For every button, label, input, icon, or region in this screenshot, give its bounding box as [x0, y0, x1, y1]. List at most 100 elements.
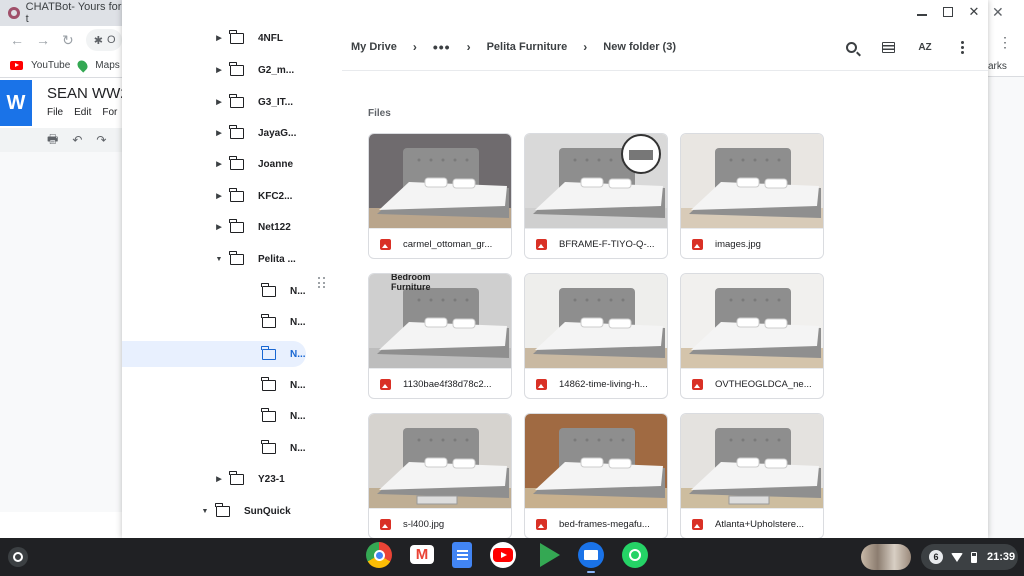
expand-icon[interactable]: ▶	[214, 160, 224, 168]
status-tray[interactable]: 6 21:39	[921, 544, 1018, 570]
bookmark-maps[interactable]: Maps	[95, 60, 119, 71]
reload-icon[interactable]: ↻	[62, 32, 74, 49]
undo-icon[interactable]: ↶	[72, 133, 82, 147]
file-card[interactable]: BFRAME-F-TIYO-Q-...	[524, 133, 668, 259]
more-options-button[interactable]	[953, 36, 971, 58]
tree-item[interactable]: N...	[122, 341, 306, 367]
menu-file[interactable]: File	[47, 107, 63, 118]
chevron-right-icon: ›	[583, 40, 588, 54]
close-icon: ✕	[968, 4, 980, 19]
files-section-label: Files	[368, 108, 391, 119]
file-card[interactable]: Atlanta+Upholstere...	[680, 413, 824, 538]
redo-icon[interactable]: ↷	[96, 133, 106, 147]
bookmark-youtube[interactable]: YouTube	[31, 60, 70, 71]
launcher-button[interactable]	[8, 547, 28, 567]
tree-item-label: JayaG...	[258, 127, 297, 139]
collapse-icon[interactable]: ▼	[214, 256, 224, 263]
menu-format[interactable]: For	[102, 107, 117, 118]
tree-item[interactable]: N...	[122, 278, 306, 304]
menu-edit[interactable]: Edit	[74, 107, 91, 118]
tree-item-label: Y23-1	[258, 473, 285, 485]
resize-handle[interactable]	[318, 277, 326, 289]
files-app-window: ✕ ▶ 4NFL ▶ G2_m... ▶ G3_IT... ▶ JayaG... ▶ Joanne…	[122, 0, 988, 538]
files-app-icon[interactable]	[578, 542, 604, 573]
pinned-apps: M	[366, 542, 648, 573]
bg-tab-strip: CHATBot- Yours for t	[0, 0, 122, 26]
minimize-button[interactable]	[916, 4, 928, 20]
maps-icon	[75, 58, 90, 73]
tree-item[interactable]: N...	[122, 435, 306, 461]
bg-omnibox[interactable]: ✱ O	[85, 29, 122, 51]
gmail-app-icon[interactable]: M	[410, 545, 434, 564]
expand-icon[interactable]: ▶	[214, 98, 224, 106]
tree-item[interactable]: ▶ Joanne	[122, 151, 306, 177]
file-card[interactable]: s-l400.jpg	[368, 413, 512, 538]
folder-icon	[229, 29, 244, 44]
whatsapp-app-icon[interactable]	[622, 542, 648, 568]
chrome-app-icon[interactable]	[366, 542, 392, 568]
tree-item[interactable]: ▶ Net122	[122, 214, 306, 240]
docs-app-icon[interactable]	[452, 542, 472, 568]
bg-close-icon[interactable]: ✕	[992, 4, 1004, 21]
close-button[interactable]: ✕	[968, 4, 980, 20]
expand-icon[interactable]: ▶	[214, 66, 224, 74]
expand-icon[interactable]: ▶	[214, 192, 224, 200]
tree-item[interactable]: ▶ KFC2...	[122, 183, 306, 209]
tree-item[interactable]: ▶ 4NFL	[122, 25, 306, 51]
folder-icon	[261, 345, 276, 360]
file-card[interactable]: 14862-time-living-h...	[524, 273, 668, 399]
file-card[interactable]: carmel_ottoman_gr...	[368, 133, 512, 259]
bg-more-icon[interactable]: ⋮	[998, 34, 1012, 51]
file-caption: 14862-time-living-h...	[525, 368, 667, 398]
breadcrumb-pelita-furniture[interactable]: Pelita Furniture	[487, 41, 568, 53]
tree-item[interactable]: N...	[122, 403, 306, 429]
thumbnail-overlay-text: Bedroom Furniture	[391, 274, 431, 292]
expand-icon[interactable]: ▶	[214, 34, 224, 42]
play-store-app-icon[interactable]	[534, 542, 560, 568]
collapse-icon[interactable]: ▼	[200, 508, 210, 515]
file-thumbnail	[681, 274, 823, 368]
battery-icon	[971, 551, 977, 563]
tree-item[interactable]: ▼ Pelita ...	[122, 246, 306, 272]
list-view-button[interactable]	[879, 36, 897, 58]
youtube-app-icon[interactable]	[490, 542, 516, 568]
notification-count: 6	[929, 550, 943, 564]
bg-tab-title[interactable]: CHATBot- Yours for t	[26, 1, 122, 25]
search-button[interactable]	[842, 36, 860, 58]
tree-item[interactable]: ▶ G2_m...	[122, 57, 306, 83]
breadcrumb-my-drive[interactable]: My Drive	[351, 41, 397, 53]
tree-item-label: N...	[290, 285, 306, 297]
folder-icon	[261, 376, 276, 391]
file-card[interactable]: OVTHEOGLDCA_ne...	[680, 273, 824, 399]
expand-icon[interactable]: ▶	[214, 475, 224, 483]
file-card[interactable]: bed-frames-megafu...	[524, 413, 668, 538]
expand-icon[interactable]: ▶	[214, 129, 224, 137]
tree-item[interactable]: ▶ G3_IT...	[122, 89, 306, 115]
holding-space-thumbnail[interactable]	[861, 544, 911, 570]
omnibox-text: O	[106, 34, 116, 46]
print-icon[interactable]: 🖶	[47, 130, 58, 151]
tree-item[interactable]: ▶ JayaG...	[122, 120, 306, 146]
tree-item[interactable]: N...	[122, 372, 306, 398]
file-card[interactable]: Bedroom Furniture 1130bae4f38d78c2...	[368, 273, 512, 399]
breadcrumb-more[interactable]: •••	[433, 40, 451, 54]
tree-item[interactable]: ▼ SunQuick	[122, 498, 306, 524]
file-name: Atlanta+Upholstere...	[715, 519, 804, 530]
forward-arrow-icon[interactable]: →	[36, 32, 50, 48]
tree-item-label: KFC2...	[258, 190, 293, 202]
back-arrow-icon[interactable]: ←	[10, 32, 24, 48]
youtube-icon	[10, 61, 23, 70]
maximize-button[interactable]	[942, 4, 954, 20]
file-card[interactable]: images.jpg	[680, 133, 824, 259]
folder-icon	[229, 250, 244, 265]
bg-doc-title[interactable]: SEAN WW2	[47, 85, 129, 102]
expand-icon[interactable]: ▶	[214, 223, 224, 231]
tree-item[interactable]: ▶ Y23-1	[122, 466, 306, 492]
sort-button[interactable]: AZ	[916, 36, 934, 58]
word-logo-icon[interactable]: W	[0, 80, 32, 126]
tree-item-label: N...	[290, 316, 306, 328]
folder-icon	[261, 313, 276, 328]
image-file-icon	[692, 379, 703, 390]
tree-item[interactable]: N...	[122, 309, 306, 335]
breadcrumb-current-folder[interactable]: New folder (3)	[603, 41, 676, 53]
